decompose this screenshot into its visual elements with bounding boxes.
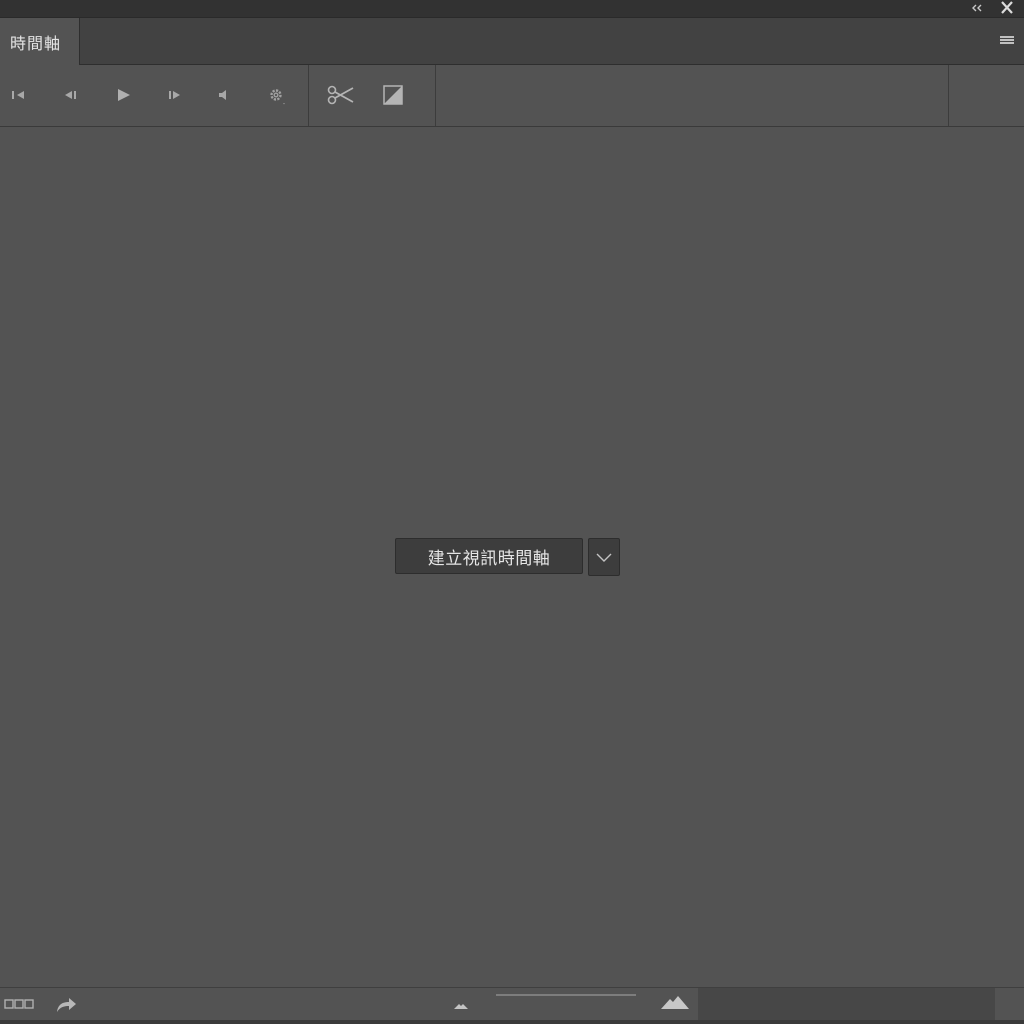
step-forward-icon[interactable] [163, 83, 187, 107]
bottom-right-corner [995, 988, 1024, 1021]
create-video-timeline-label: 建立視訊時間軸 [427, 548, 551, 569]
timeline-panel: 時間軸 建立視訊時間軸 [0, 0, 1024, 1024]
timeline-bottom-bar [0, 987, 1024, 1021]
toolbar-separator [948, 65, 949, 126]
panel-title-strip [0, 0, 1024, 18]
large-mountain-icon[interactable] [660, 994, 690, 1010]
timeline-toolbar [0, 65, 1024, 127]
transition-icon[interactable] [381, 83, 405, 107]
convert-arrow-icon[interactable] [54, 994, 78, 1014]
panel-tab-bar: 時間軸 [0, 18, 1024, 65]
zoom-slider-track[interactable] [496, 994, 636, 996]
skip-to-start-icon[interactable] [7, 83, 31, 107]
frame-animation-icon[interactable] [4, 998, 36, 1010]
gear-icon[interactable] [265, 83, 289, 107]
step-back-icon[interactable] [58, 83, 82, 107]
timeline-type-dropdown[interactable] [588, 538, 620, 576]
chevron-down-icon [595, 551, 613, 563]
timeline-scroll-area[interactable] [698, 988, 995, 1021]
scissors-icon[interactable] [326, 83, 356, 107]
hamburger-menu-icon[interactable] [998, 33, 1016, 47]
toolbar-separator [308, 65, 309, 126]
tab-timeline-label: 時間軸 [10, 34, 62, 53]
tab-timeline[interactable]: 時間軸 [0, 18, 80, 65]
zoom-slider-fill [496, 994, 636, 996]
play-icon[interactable] [111, 83, 135, 107]
create-video-timeline-button[interactable]: 建立視訊時間軸 [395, 538, 583, 574]
close-icon[interactable] [997, 0, 1017, 16]
toolbar-separator [435, 65, 436, 126]
speaker-icon[interactable] [212, 83, 236, 107]
zoom-slider[interactable] [484, 988, 650, 1000]
double-chevron-left-icon[interactable] [968, 0, 988, 16]
small-mountain-icon[interactable] [452, 1000, 470, 1010]
panel-bottom-border [0, 1020, 1024, 1024]
